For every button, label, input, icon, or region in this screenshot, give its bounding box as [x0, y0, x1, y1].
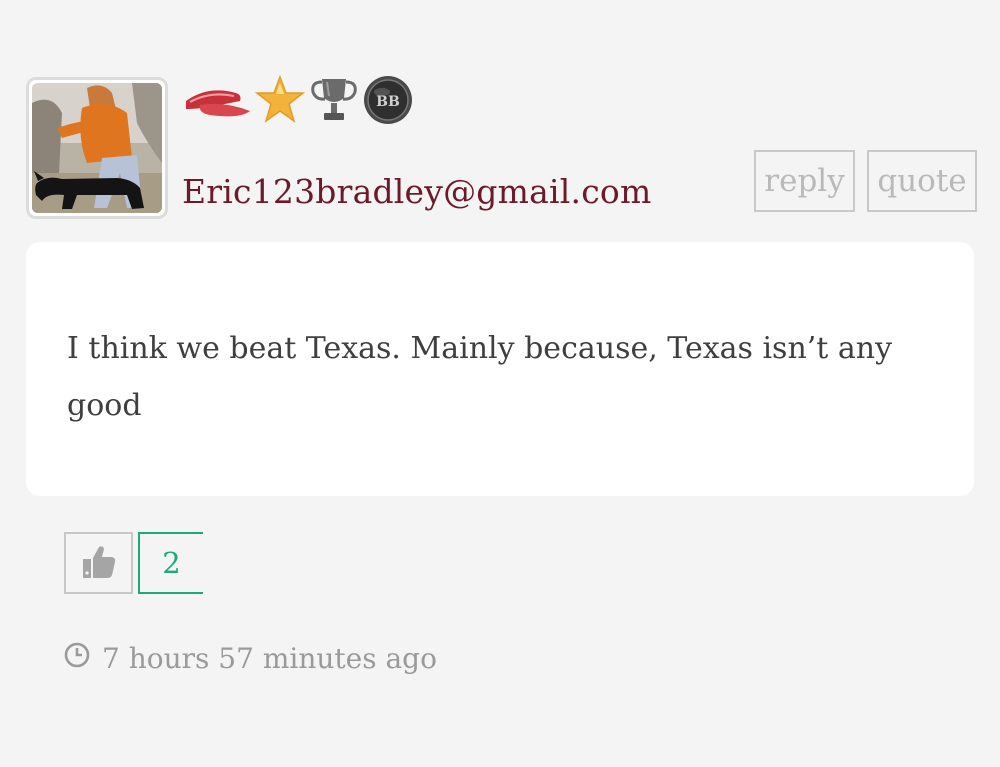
post-text: I think we beat Texas. Mainly because, T… [67, 331, 893, 423]
black-coin-badge-icon: BB [362, 74, 414, 130]
author-username[interactable]: Eric123bradley@gmail.com [182, 172, 651, 211]
reply-button[interactable]: reply [754, 150, 855, 212]
like-button[interactable] [64, 532, 133, 594]
post-body: I think we beat Texas. Mainly because, T… [26, 242, 974, 496]
svg-text:BB: BB [376, 94, 400, 110]
avatar-photo [32, 83, 162, 213]
post-timestamp: 7 hours 57 minutes ago [64, 642, 437, 675]
silver-trophy-icon [308, 74, 360, 130]
author-badges: BB [180, 74, 414, 130]
quote-button[interactable]: quote [867, 150, 977, 212]
author-avatar[interactable] [26, 77, 168, 219]
like-count: 2 [138, 532, 203, 594]
thumbs-up-icon [79, 544, 119, 583]
timestamp-text: 7 hours 57 minutes ago [102, 642, 437, 675]
clock-icon [64, 642, 90, 675]
red-visor-icon [180, 75, 252, 129]
gold-star-icon [254, 74, 306, 130]
